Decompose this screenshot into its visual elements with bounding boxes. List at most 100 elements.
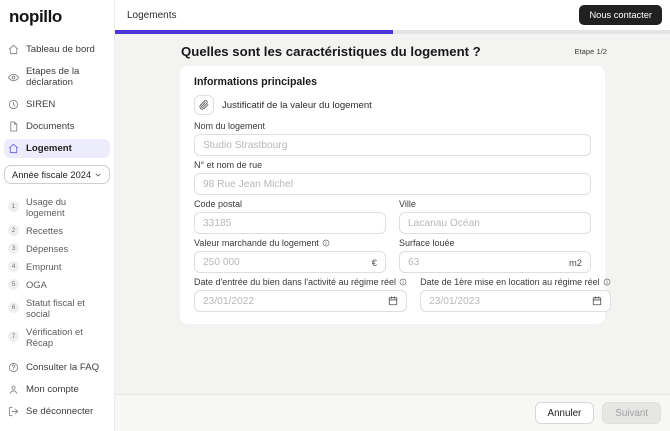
sidebar-step-statut-fiscal[interactable]: 6 Statut fiscal et social	[0, 293, 114, 322]
sidebar-item-deconnexion[interactable]: Se déconnecter	[4, 402, 110, 421]
app-window: nopillo Tableau de bord Etapes de la déc…	[0, 0, 670, 431]
sidebar-item-label: Mon compte	[26, 384, 79, 395]
field-row-code-postal-ville: Code postal Ville	[194, 199, 591, 234]
attachment-label: Justificatif de la valeur du logement	[222, 99, 372, 111]
sidebar-item-logement[interactable]: Logement	[4, 139, 110, 158]
cancel-button[interactable]: Annuler	[534, 402, 595, 424]
input-box: €	[194, 251, 386, 273]
step-number-badge: 2	[8, 224, 19, 236]
home-icon	[8, 44, 19, 55]
contact-button[interactable]: Nous contacter	[579, 5, 662, 25]
sidebar-item-etapes-declaration[interactable]: Etapes de la déclaration	[4, 62, 110, 92]
topbar-title: Logements	[127, 9, 177, 21]
field-row-valeur-surface: Valeur marchande du logement € Surface l…	[194, 238, 591, 273]
page-title: Quelles sont les caractéristiques du log…	[181, 44, 481, 59]
content-header: Quelles sont les caractéristiques du log…	[115, 34, 670, 66]
home-icon	[8, 143, 19, 154]
sidebar-item-label: Documents	[26, 121, 75, 132]
calendar-icon[interactable]	[388, 296, 398, 306]
ville-input[interactable]	[408, 217, 582, 229]
sidebar-item-documents[interactable]: Documents	[4, 117, 110, 136]
field-label-text: Valeur marchande du logement	[194, 238, 319, 248]
field-label: Date d'entrée du bien dans l'activité au…	[194, 277, 407, 287]
step-number-badge: 6	[8, 302, 19, 313]
field-nom-du-logement: Nom du logement	[194, 121, 591, 156]
fiscal-year-select[interactable]: Année fiscale 2024	[4, 165, 110, 184]
step-number-badge: 3	[8, 242, 19, 254]
sidebar-item-faq[interactable]: Consulter la FAQ	[4, 358, 110, 377]
next-button[interactable]: Suivant	[602, 402, 661, 424]
sidebar-step-depenses[interactable]: 3 Dépenses	[0, 239, 114, 257]
m2-suffix: m2	[568, 256, 582, 268]
step-label: OGA	[26, 278, 47, 290]
sidebar-footer: Consulter la FAQ Mon compte Se déconnect…	[0, 358, 114, 431]
valeur-marchande-input[interactable]	[203, 256, 368, 268]
person-icon	[8, 384, 19, 395]
sidebar-step-usage[interactable]: 1 Usage du logement	[0, 192, 114, 221]
surface-louee-input[interactable]	[408, 256, 565, 268]
sidebar-step-oga[interactable]: 5 OGA	[0, 275, 114, 293]
attachment-row: Justificatif de la valeur du logement	[194, 95, 591, 115]
input-box	[399, 212, 591, 234]
step-number-badge: 7	[8, 331, 19, 342]
info-icon[interactable]	[603, 278, 611, 286]
field-code-postal: Code postal	[194, 199, 386, 234]
sidebar-item-label: Logement	[26, 143, 72, 154]
field-label-text: Date d'entrée du bien dans l'activité au…	[194, 277, 397, 287]
field-label: Valeur marchande du logement	[194, 238, 386, 248]
sidebar-step-emprunt[interactable]: 4 Emprunt	[0, 257, 114, 275]
field-label: N° et nom de rue	[194, 160, 263, 170]
attachment-button[interactable]	[194, 95, 214, 115]
field-label: Nom du logement	[194, 121, 266, 131]
card-heading: Informations principales	[194, 76, 318, 88]
eye-icon	[8, 72, 19, 83]
input-box	[194, 173, 591, 195]
logout-icon	[8, 406, 19, 417]
step-number-badge: 1	[8, 201, 19, 212]
date-entree-input[interactable]	[203, 295, 385, 307]
input-box	[420, 290, 611, 312]
sidebar-item-mon-compte[interactable]: Mon compte	[4, 380, 110, 399]
date-location-input[interactable]	[429, 295, 588, 307]
sidebar-item-label: Etapes de la déclaration	[26, 66, 80, 88]
field-label: Surface louée	[399, 238, 455, 248]
sidebar-item-siren[interactable]: SIREN	[4, 95, 110, 114]
step-label: Emprunt	[26, 260, 62, 272]
sidebar: nopillo Tableau de bord Etapes de la déc…	[0, 0, 115, 431]
field-valeur-marchande: Valeur marchande du logement €	[194, 238, 386, 273]
field-row-dates: Date d'entrée du bien dans l'activité au…	[194, 277, 611, 312]
sidebar-step-recettes[interactable]: 2 Recettes	[0, 221, 114, 239]
step-label: Usage du logement	[26, 195, 67, 218]
sidebar-steps: 1 Usage du logement 2 Recettes 3 Dépense…	[0, 192, 114, 351]
main-column: Logements Nous contacter Quelles sont le…	[115, 0, 670, 431]
field-date-entree: Date d'entrée du bien dans l'activité au…	[194, 277, 408, 312]
sidebar-item-label: Consulter la FAQ	[26, 362, 100, 373]
rue-input[interactable]	[203, 178, 582, 190]
chevron-down-icon	[94, 171, 102, 179]
info-icon[interactable]	[322, 239, 330, 247]
info-icon[interactable]	[399, 278, 407, 286]
input-box: m2	[399, 251, 591, 273]
field-label: Ville	[399, 199, 416, 209]
document-icon	[8, 121, 19, 132]
footer-action-bar: Annuler Suivant	[115, 394, 670, 431]
field-ville: Ville	[399, 199, 591, 234]
question-icon	[8, 362, 19, 373]
sidebar-step-verification[interactable]: 7 Vérification et Récap	[0, 322, 114, 351]
content-area: Quelles sont les caractéristiques du log…	[115, 34, 670, 394]
step-label: Vérification et Récap	[26, 325, 83, 348]
sidebar-item-tableau-de-bord[interactable]: Tableau de bord	[4, 40, 110, 59]
topbar: Logements Nous contacter	[115, 0, 670, 30]
calendar-icon[interactable]	[592, 296, 602, 306]
euro-suffix: €	[371, 256, 377, 268]
sidebar-item-label: SIREN	[26, 99, 56, 110]
step-number-badge: 4	[8, 260, 19, 272]
input-box	[194, 212, 386, 234]
step-label: Recettes	[26, 224, 63, 236]
input-box	[194, 134, 591, 156]
code-postal-input[interactable]	[203, 217, 377, 229]
fiscal-year-value: Année fiscale 2024	[12, 169, 92, 180]
sidebar-item-label: Se déconnecter	[26, 406, 94, 417]
step-label: Dépenses	[26, 242, 69, 254]
nom-du-logement-input[interactable]	[203, 139, 582, 151]
